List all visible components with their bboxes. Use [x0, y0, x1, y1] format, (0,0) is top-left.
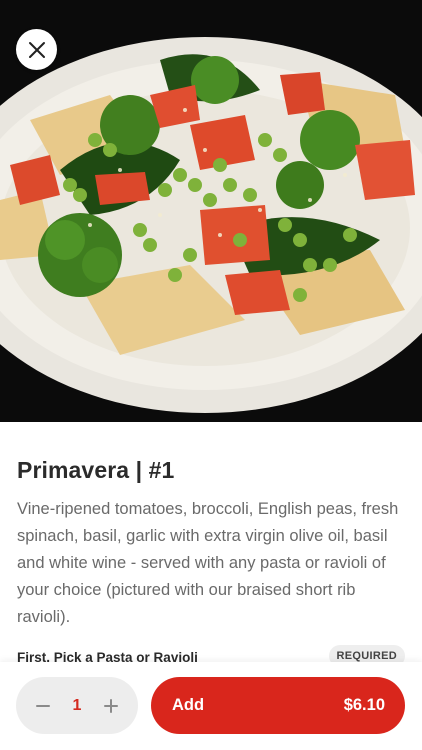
quantity-stepper: 1 [16, 677, 138, 734]
item-photo [0, 0, 422, 422]
close-button[interactable] [16, 29, 57, 70]
decrement-button[interactable] [34, 697, 52, 715]
increment-button[interactable] [102, 697, 120, 715]
item-title: Primavera | #1 [17, 457, 175, 483]
item-details: Primavera | #1 Vine-ripened tomatoes, br… [17, 422, 407, 631]
plus-icon [104, 698, 118, 713]
quantity-value: 1 [72, 696, 82, 714]
food-illustration [0, 0, 422, 422]
cart-bar: 1 Add $6.10 [0, 662, 422, 750]
item-description: Vine-ripened tomatoes, broccoli, English… [17, 500, 399, 626]
minus-icon [36, 704, 50, 707]
add-button-label: Add [172, 696, 205, 714]
add-to-cart-button[interactable]: Add $6.10 [151, 677, 405, 734]
add-button-price: $6.10 [343, 696, 385, 714]
close-icon [28, 41, 45, 58]
